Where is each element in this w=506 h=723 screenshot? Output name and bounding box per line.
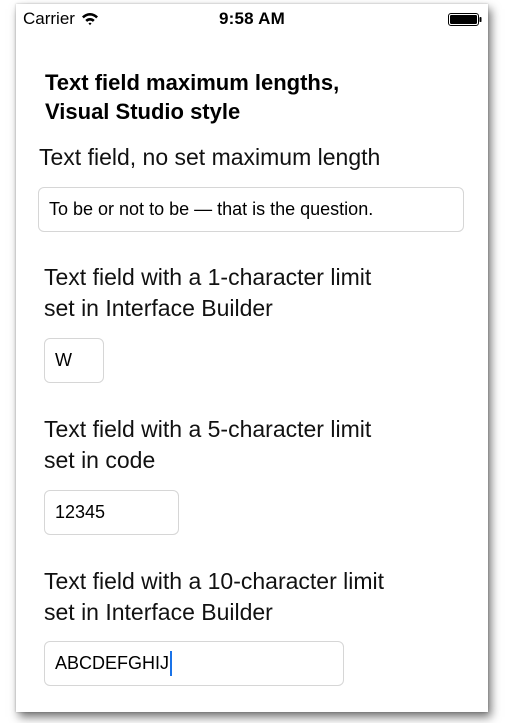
page-title-line-1: Text field maximum lengths, xyxy=(45,70,340,95)
text-cursor xyxy=(170,651,173,676)
five-char-limit-text-field[interactable]: 12345 xyxy=(44,490,179,535)
battery-full-icon xyxy=(448,13,482,26)
five-char-limit-label: Text field with a 5-character limit set … xyxy=(44,416,372,473)
no-limit-field-value: To be or not to be — that is the questio… xyxy=(49,199,374,219)
no-limit-text-field[interactable]: To be or not to be — that is the questio… xyxy=(38,187,464,232)
page-title-line-2: Visual Studio style xyxy=(45,99,241,124)
ten-char-limit-label: Text field with a 10-character limit set… xyxy=(44,568,385,625)
one-char-limit-text-field[interactable]: W xyxy=(44,338,104,383)
page-title: Text field maximum lengths, Visual Studi… xyxy=(45,68,465,126)
one-char-field-value: W xyxy=(55,350,72,370)
status-time: 9:58 AM xyxy=(219,9,285,28)
phone-screen: Carrier 9:58 AM Text field maximum lengt… xyxy=(16,4,488,712)
ten-char-limit-text-field[interactable]: ABCDEFGHIJ xyxy=(44,641,344,686)
status-bar: Carrier 9:58 AM xyxy=(16,4,488,32)
no-limit-label: Text field, no set maximum length xyxy=(39,144,381,170)
ten-char-field-value: ABCDEFGHIJ xyxy=(55,653,170,673)
five-char-field-value: 12345 xyxy=(55,502,106,522)
one-char-limit-label: Text field with a 1-character limit set … xyxy=(44,264,372,321)
